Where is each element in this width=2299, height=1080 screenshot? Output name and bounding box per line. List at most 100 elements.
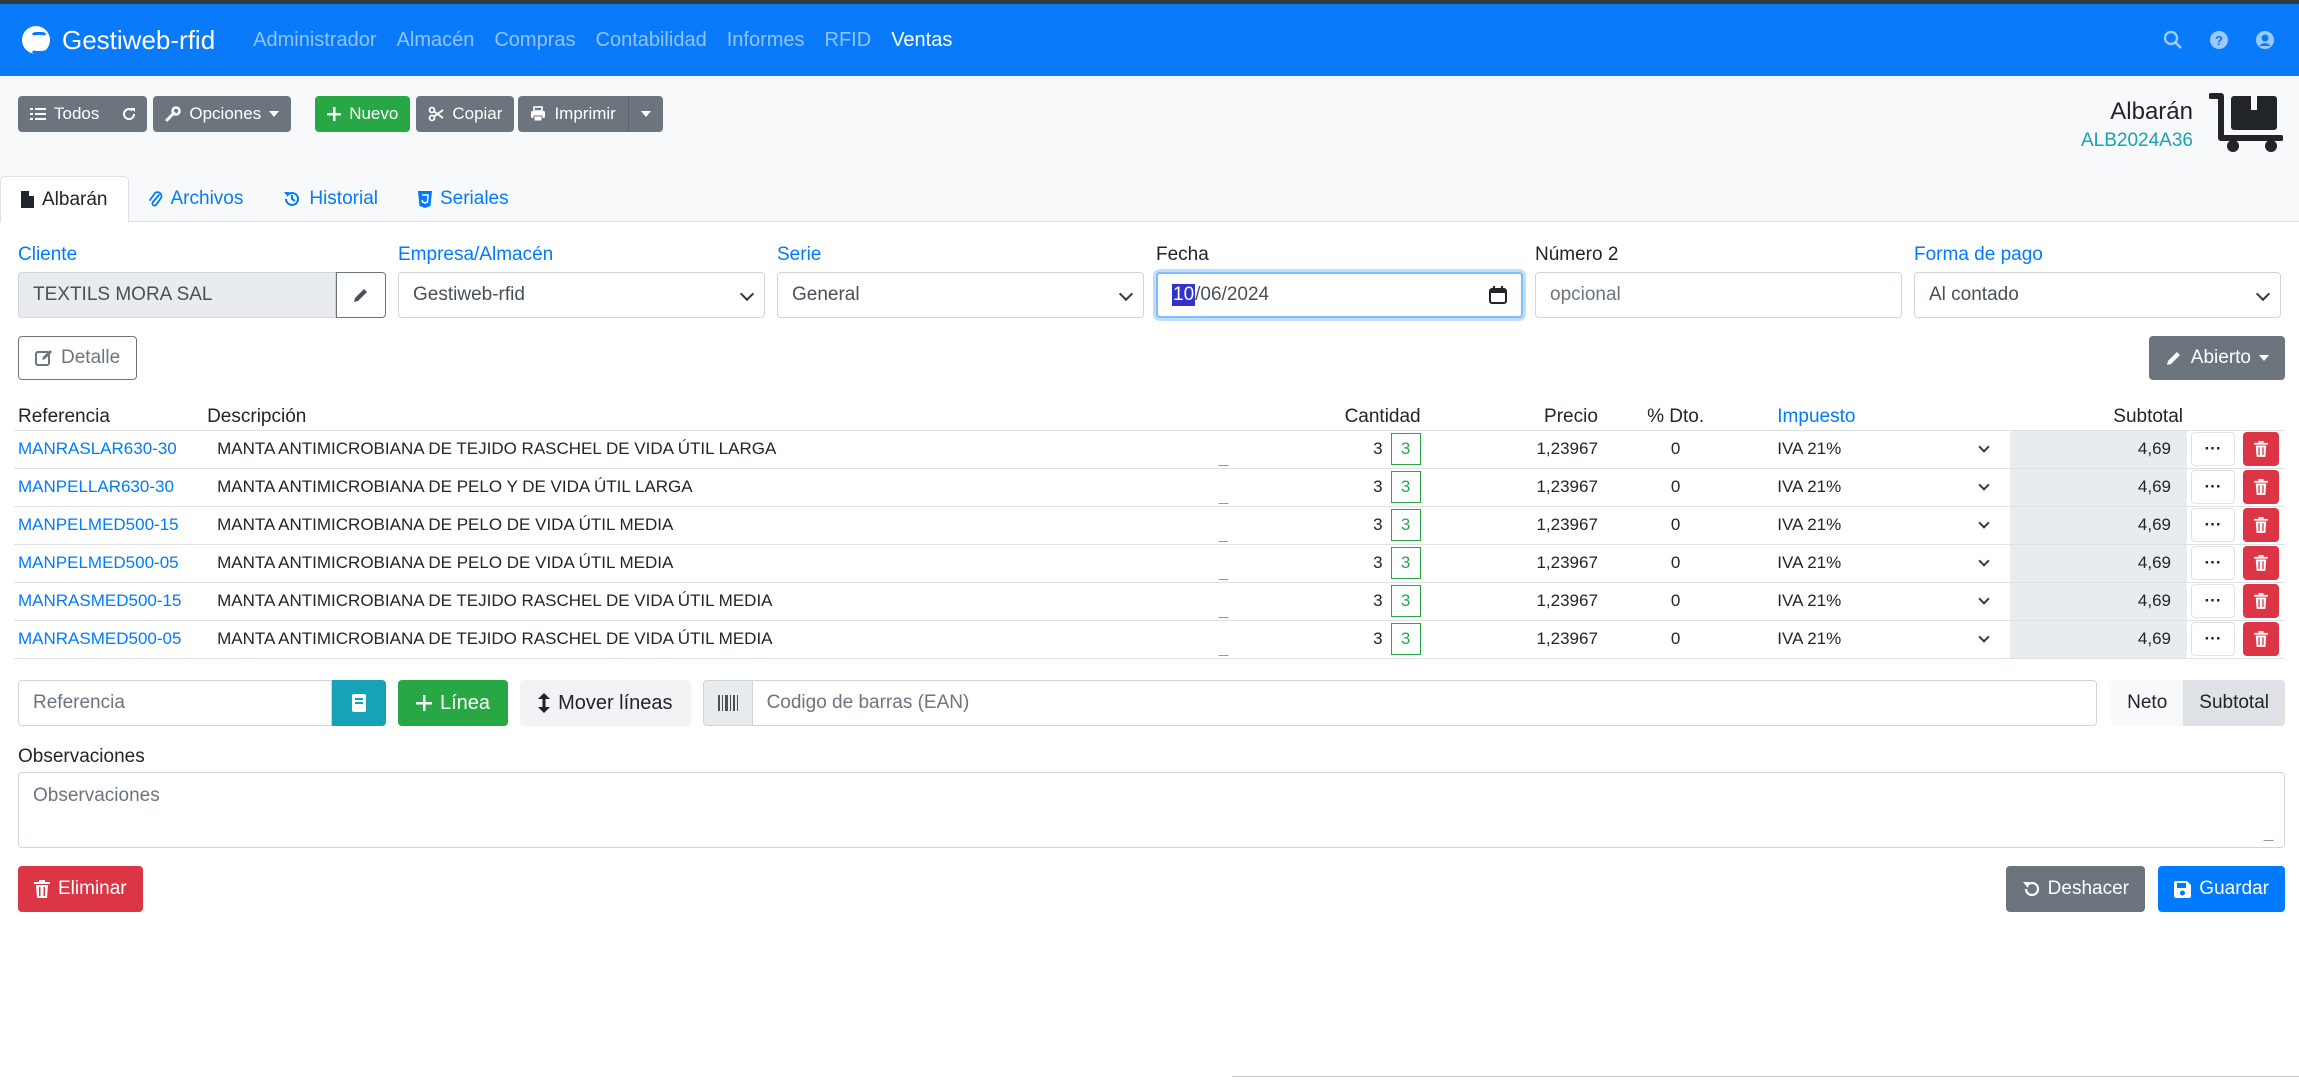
row-more-button[interactable]: ··· <box>2191 470 2235 504</box>
row-discount[interactable]: 0 <box>1602 620 1749 658</box>
row-served-quantity[interactable]: 3 <box>1390 623 1421 655</box>
row-delete-button[interactable] <box>2243 584 2279 618</box>
row-more-button[interactable]: ··· <box>2191 622 2235 656</box>
row-discount[interactable]: 0 <box>1602 582 1749 620</box>
fecha-input[interactable]: 10/06/2024 <box>1156 272 1523 318</box>
row-discount[interactable]: 0 <box>1602 544 1749 582</box>
row-delete-button[interactable] <box>2243 622 2279 656</box>
row-reference[interactable]: MANRASLAR630-30 <box>14 430 203 468</box>
user-icon[interactable] <box>2253 28 2277 52</box>
forma-pago-select[interactable]: Al contado <box>1914 272 2281 318</box>
row-more-button[interactable]: ··· <box>2191 508 2235 542</box>
row-reference[interactable]: MANPELMED500-05 <box>14 544 203 582</box>
delete-button[interactable]: Eliminar <box>18 866 143 912</box>
edit-client-button[interactable] <box>336 272 386 318</box>
book-button[interactable] <box>332 680 386 726</box>
row-quantity[interactable]: 3 <box>1239 582 1386 620</box>
row-served-quantity[interactable]: 3 <box>1390 547 1421 579</box>
row-served-quantity[interactable]: 3 <box>1390 433 1421 465</box>
row-discount[interactable]: 0 <box>1602 430 1749 468</box>
resize-grip-icon[interactable] <box>2263 831 2283 841</box>
reference-input[interactable]: Referencia <box>18 680 332 726</box>
nav-item-contabilidad[interactable]: Contabilidad <box>596 29 707 52</box>
tab-archivos[interactable]: Archivos <box>129 176 264 222</box>
row-description[interactable]: MANTA ANTIMICROBIANA DE TEJIDO RASCHEL D… <box>203 620 1239 658</box>
row-description[interactable]: MANTA ANTIMICROBIANA DE TEJIDO RASCHEL D… <box>203 430 1239 468</box>
row-price[interactable]: 1,23967 <box>1425 468 1602 506</box>
detail-button[interactable]: Detalle <box>18 336 138 380</box>
tab-albaran[interactable]: Albarán <box>0 176 129 223</box>
row-description[interactable]: MANTA ANTIMICROBIANA DE PELO DE VIDA ÚTI… <box>203 506 1239 544</box>
nav-item-rfid[interactable]: RFID <box>825 29 872 52</box>
nav-item-administrador[interactable]: Administrador <box>253 29 376 52</box>
row-tax-select[interactable]: IVA 21% <box>1749 430 2009 468</box>
row-price[interactable]: 1,23967 <box>1425 506 1602 544</box>
nav-item-informes[interactable]: Informes <box>727 29 805 52</box>
copy-button[interactable]: Copiar <box>416 96 515 132</box>
row-description[interactable]: MANTA ANTIMICROBIANA DE PELO DE VIDA ÚTI… <box>203 544 1239 582</box>
row-price[interactable]: 1,23967 <box>1425 620 1602 658</box>
row-more-button[interactable]: ··· <box>2191 584 2235 618</box>
subtotal-toggle[interactable]: Subtotal <box>2183 680 2285 726</box>
observaciones-textarea[interactable]: Observaciones <box>18 772 2285 848</box>
row-more-button[interactable]: ··· <box>2191 546 2235 580</box>
nav-item-ventas[interactable]: Ventas <box>891 29 952 52</box>
neto-toggle[interactable]: Neto <box>2111 680 2184 726</box>
row-tax-select[interactable]: IVA 21% <box>1749 468 2009 506</box>
row-served-quantity[interactable]: 3 <box>1390 471 1421 503</box>
row-description[interactable]: MANTA ANTIMICROBIANA DE TEJIDO RASCHEL D… <box>203 582 1239 620</box>
row-quantity[interactable]: 3 <box>1239 620 1386 658</box>
move-lines-button[interactable]: Mover líneas <box>520 680 691 726</box>
row-delete-button[interactable] <box>2243 432 2279 466</box>
new-button[interactable]: Nuevo <box>315 96 411 132</box>
row-discount[interactable]: 0 <box>1602 506 1749 544</box>
row-price[interactable]: 1,23967 <box>1425 430 1602 468</box>
barcode-input[interactable]: Codigo de barras (EAN) <box>752 680 2098 726</box>
row-reference[interactable]: MANRASMED500-05 <box>14 620 203 658</box>
document-code[interactable]: ALB2024A36 <box>2081 130 2193 152</box>
row-quantity[interactable]: 3 <box>1239 468 1386 506</box>
row-delete-button[interactable] <box>2243 546 2279 580</box>
serie-select[interactable]: General <box>777 272 1144 318</box>
undo-button[interactable]: Deshacer <box>2005 866 2145 912</box>
row-delete-button[interactable] <box>2243 508 2279 542</box>
cliente-field[interactable]: TEXTILS MORA SAL <box>18 272 336 318</box>
refresh-button[interactable] <box>111 96 148 132</box>
tab-seriales[interactable]: Seriales <box>398 176 529 222</box>
row-price[interactable]: 1,23967 <box>1425 544 1602 582</box>
save-button[interactable]: Guardar <box>2158 866 2285 912</box>
calendar-icon[interactable] <box>1489 286 1507 310</box>
row-description[interactable]: MANTA ANTIMICROBIANA DE PELO Y DE VIDA Ú… <box>203 468 1239 506</box>
col-impuesto[interactable]: Impuesto <box>1749 400 2009 430</box>
row-tax-select[interactable]: IVA 21% <box>1749 544 2009 582</box>
print-button[interactable]: Imprimir <box>518 96 628 132</box>
row-reference[interactable]: MANRASMED500-15 <box>14 582 203 620</box>
row-price[interactable]: 1,23967 <box>1425 582 1602 620</box>
print-dropdown-button[interactable] <box>627 96 663 132</box>
horizontal-scrollbar[interactable] <box>1232 1076 2299 1080</box>
all-button[interactable]: Todos <box>18 96 112 132</box>
status-dropdown-button[interactable]: Abierto <box>2148 336 2285 380</box>
row-quantity[interactable]: 3 <box>1239 506 1386 544</box>
row-reference[interactable]: MANPELMED500-15 <box>14 506 203 544</box>
empresa-select[interactable]: Gestiweb-rfid <box>398 272 765 318</box>
row-reference[interactable]: MANPELLAR630-30 <box>14 468 203 506</box>
row-served-quantity[interactable]: 3 <box>1390 585 1421 617</box>
row-tax-select[interactable]: IVA 21% <box>1749 620 2009 658</box>
tab-historial[interactable]: Historial <box>263 176 398 222</box>
row-delete-button[interactable] <box>2243 470 2279 504</box>
row-tax-select[interactable]: IVA 21% <box>1749 506 2009 544</box>
row-discount[interactable]: 0 <box>1602 468 1749 506</box>
row-served-quantity[interactable]: 3 <box>1390 509 1421 541</box>
row-quantity[interactable]: 3 <box>1239 430 1386 468</box>
row-more-button[interactable]: ··· <box>2191 432 2235 466</box>
row-tax-select[interactable]: IVA 21% <box>1749 582 2009 620</box>
nav-item-compras[interactable]: Compras <box>494 29 575 52</box>
nav-item-almacen[interactable]: Almacén <box>397 29 475 52</box>
brand[interactable]: Gestiweb-rfid <box>22 25 215 56</box>
help-icon[interactable]: ? <box>2207 28 2231 52</box>
row-quantity[interactable]: 3 <box>1239 544 1386 582</box>
add-line-button[interactable]: Línea <box>398 680 509 726</box>
options-button[interactable]: Opciones <box>153 96 292 132</box>
numero2-input[interactable]: opcional <box>1535 272 1902 318</box>
